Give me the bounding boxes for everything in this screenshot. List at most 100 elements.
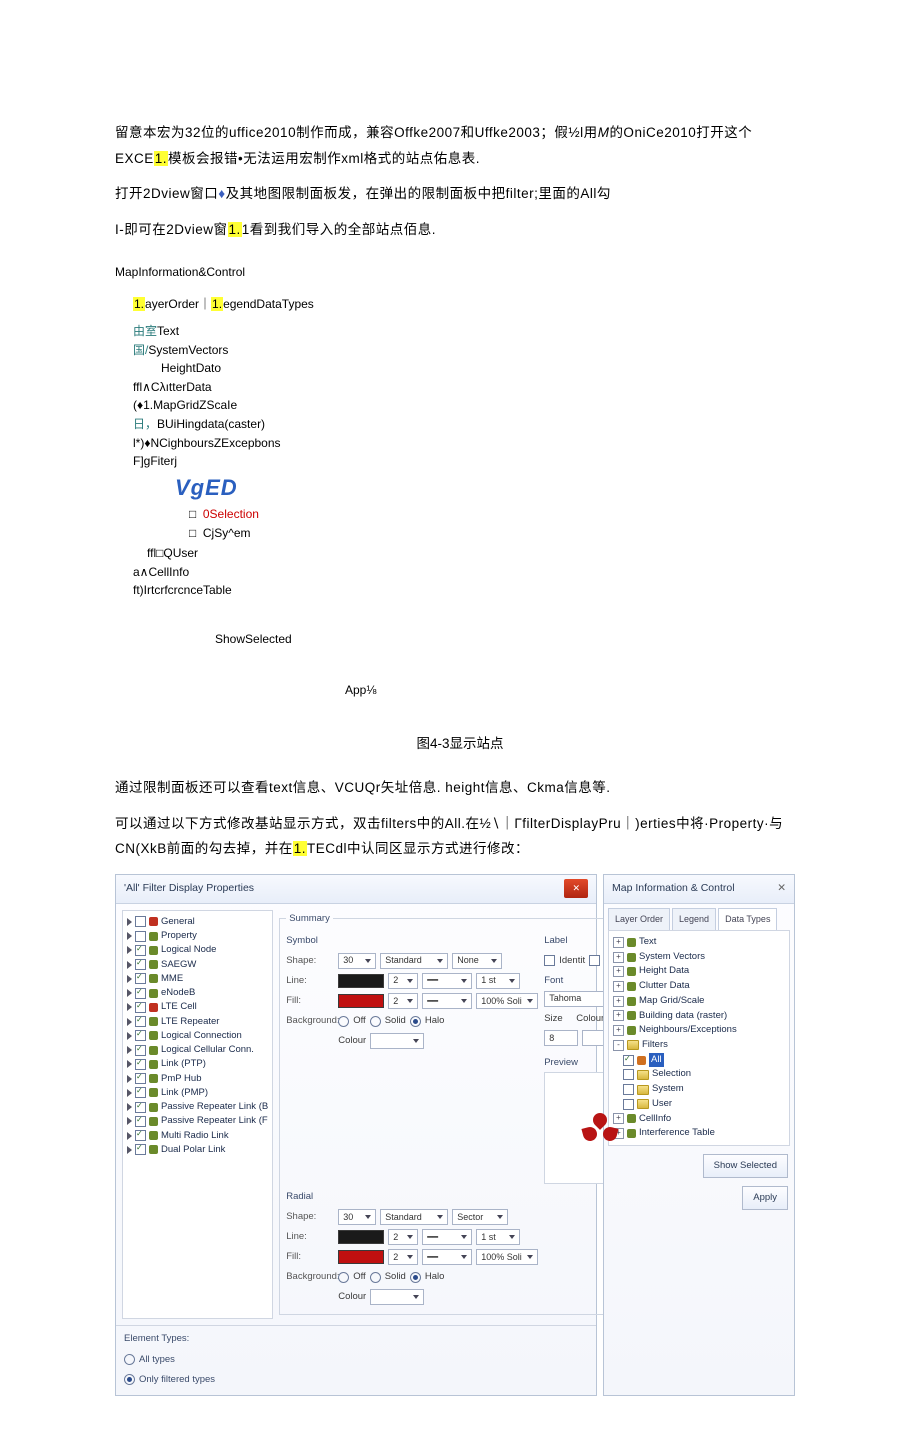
tab-layer-order[interactable]: Layer Order <box>608 908 670 930</box>
name1-checkbox[interactable] <box>589 955 600 966</box>
tree-item[interactable]: MME <box>127 972 268 986</box>
fill-color-swatch[interactable] <box>338 994 384 1008</box>
tree-item[interactable]: All <box>613 1053 785 1068</box>
tree-item[interactable]: SAEGW <box>127 958 268 972</box>
expand-icon[interactable]: + <box>613 996 624 1007</box>
tree-item[interactable]: Passive Repeater Link (F <box>127 1114 268 1128</box>
checkbox[interactable] <box>135 1016 146 1027</box>
tree-item[interactable]: Link (PTP) <box>127 1057 268 1071</box>
radial-sector-dropdown[interactable]: Sector <box>452 1209 508 1225</box>
tree-item[interactable]: +Text <box>613 935 785 950</box>
checkbox[interactable] <box>135 1059 146 1070</box>
radial-fill-swatch[interactable] <box>338 1250 384 1264</box>
apply-button[interactable]: Apply <box>742 1186 788 1210</box>
tree-item[interactable]: General <box>127 915 268 929</box>
onlyfiltered-radio[interactable] <box>124 1374 135 1385</box>
expand-icon[interactable]: + <box>613 952 624 963</box>
checkbox[interactable] <box>623 1069 634 1080</box>
shape-none-dropdown[interactable]: None <box>452 953 502 969</box>
checkbox[interactable] <box>135 931 146 942</box>
bg-halo-radio[interactable] <box>410 1016 421 1027</box>
checkbox[interactable] <box>135 1045 146 1056</box>
close-icon[interactable]: ✕ <box>564 879 588 898</box>
tree-item[interactable]: Logical Node <box>127 943 268 957</box>
tree-item[interactable]: Multi Radio Link <box>127 1129 268 1143</box>
data-types-tree[interactable]: +Text+System Vectors+Height Data+Clutter… <box>608 930 790 1146</box>
close-icon[interactable]: ✕ <box>777 879 786 899</box>
fill-pct-dropdown[interactable]: 100% Soli <box>476 993 538 1009</box>
expand-icon[interactable]: + <box>613 1010 624 1021</box>
tree-item[interactable]: Link (PMP) <box>127 1086 268 1100</box>
line-color-swatch[interactable] <box>338 974 384 988</box>
radial-line-s-dropdown[interactable]: ━━ <box>422 1229 472 1245</box>
checkbox[interactable] <box>623 1099 634 1110</box>
expand-icon[interactable]: - <box>613 1040 624 1051</box>
line-style-dropdown[interactable]: ━━ <box>422 973 472 989</box>
fill-width-dropdown[interactable]: 2 <box>388 993 418 1009</box>
identit-checkbox[interactable] <box>544 955 555 966</box>
tree-item[interactable]: Logical Cellular Conn. <box>127 1043 268 1057</box>
tree-item[interactable]: User <box>613 1097 785 1112</box>
tree-item[interactable]: +Neighbours/Exceptions <box>613 1023 785 1038</box>
tree-item[interactable]: LTE Cell <box>127 1000 268 1014</box>
tree-item[interactable]: +Building data (raster) <box>613 1009 785 1024</box>
checkbox[interactable] <box>135 988 146 999</box>
radial-bg-halo-radio[interactable] <box>410 1272 421 1283</box>
expand-icon[interactable]: + <box>613 1025 624 1036</box>
tree-item[interactable]: +Height Data <box>613 964 785 979</box>
radial-shape-size-dropdown[interactable]: 30 <box>338 1209 376 1225</box>
checkbox[interactable] <box>135 1130 146 1141</box>
bg-solid-radio[interactable] <box>370 1016 381 1027</box>
tree-item[interactable]: Logical Connection <box>127 1029 268 1043</box>
checkbox[interactable] <box>135 1087 146 1098</box>
checkbox[interactable] <box>135 1144 146 1155</box>
radial-line-w-dropdown[interactable]: 2 <box>388 1229 418 1245</box>
element-tree[interactable]: GeneralPropertyLogical NodeSAEGWMMEeNode… <box>122 910 273 1320</box>
checkbox[interactable] <box>623 1055 634 1066</box>
line-opt-dropdown[interactable]: 1 st <box>476 973 520 989</box>
shape-size-dropdown[interactable]: 30 <box>338 953 376 969</box>
tree-item[interactable]: System <box>613 1082 785 1097</box>
tree-item[interactable]: Passive Repeater Link (B <box>127 1100 268 1114</box>
checkbox[interactable] <box>135 1102 146 1113</box>
bg-off-radio[interactable] <box>338 1016 349 1027</box>
bg-colour-dropdown[interactable] <box>370 1033 424 1049</box>
expand-icon[interactable]: + <box>613 966 624 977</box>
checkbox[interactable] <box>135 973 146 984</box>
tree-item[interactable]: eNodeB <box>127 986 268 1000</box>
fill-style-dropdown[interactable]: ━━ <box>422 993 472 1009</box>
checkbox[interactable] <box>135 1116 146 1127</box>
line-width-dropdown[interactable]: 2 <box>388 973 418 989</box>
tree-item[interactable]: +System Vectors <box>613 950 785 965</box>
tree-item[interactable]: LTE Repeater <box>127 1015 268 1029</box>
expand-icon[interactable]: + <box>613 937 624 948</box>
tree-item[interactable]: +Clutter Data <box>613 979 785 994</box>
tab-data-types[interactable]: Data Types <box>718 908 777 930</box>
tree-item[interactable]: -Filters <box>613 1038 785 1053</box>
radial-fill-p-dropdown[interactable]: 100% Soli <box>476 1249 538 1265</box>
show-selected-button[interactable]: Show Selected <box>703 1154 788 1178</box>
tree-item[interactable]: +Interference Table <box>613 1126 785 1141</box>
tree-item[interactable]: PmP Hub <box>127 1072 268 1086</box>
checkbox[interactable] <box>135 1030 146 1041</box>
checkbox[interactable] <box>135 916 146 927</box>
tree-item[interactable]: +CellInfo <box>613 1112 785 1127</box>
radial-fill-w-dropdown[interactable]: 2 <box>388 1249 418 1265</box>
tree-item[interactable]: Dual Polar Link <box>127 1143 268 1157</box>
radial-line-swatch[interactable] <box>338 1230 384 1244</box>
expand-icon[interactable]: + <box>613 981 624 992</box>
checkbox[interactable] <box>135 1073 146 1084</box>
alltypes-radio[interactable] <box>124 1354 135 1365</box>
radial-colour-dropdown[interactable] <box>370 1289 424 1305</box>
tab-legend[interactable]: Legend <box>672 908 716 930</box>
radial-shape-style-dropdown[interactable]: Standard <box>380 1209 448 1225</box>
checkbox[interactable] <box>135 959 146 970</box>
tree-item[interactable]: Property <box>127 929 268 943</box>
checkbox[interactable] <box>623 1084 634 1095</box>
tree-item[interactable]: +Map Grid/Scale <box>613 994 785 1009</box>
radial-bg-solid-radio[interactable] <box>370 1272 381 1283</box>
radial-bg-off-radio[interactable] <box>338 1272 349 1283</box>
checkbox[interactable] <box>135 1002 146 1013</box>
shape-style-dropdown[interactable]: Standard <box>380 953 448 969</box>
radial-line-o-dropdown[interactable]: 1 st <box>476 1229 520 1245</box>
